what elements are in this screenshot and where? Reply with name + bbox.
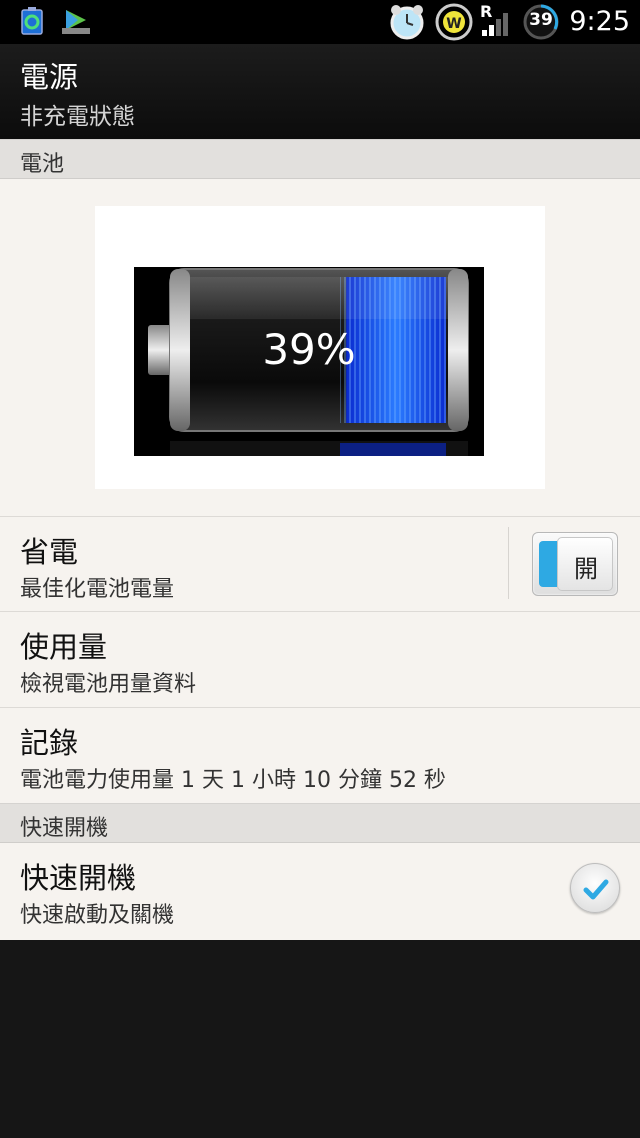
- wifi-w-icon: W: [434, 3, 474, 45]
- fast-boot-title: 快速開機: [20, 861, 137, 895]
- page-subtitle: 非充電狀態: [20, 104, 135, 130]
- history-title: 記錄: [20, 726, 79, 760]
- section-header-fast-boot: 快速開機: [0, 803, 640, 843]
- status-bar: W R 39 9:25: [0, 0, 640, 44]
- title-bar: 電源 非充電狀態: [0, 44, 640, 139]
- status-time: 9:25: [569, 6, 630, 37]
- app-recycle-icon: [18, 6, 46, 40]
- svg-text:W: W: [446, 16, 461, 32]
- signal-icon: [480, 10, 512, 42]
- settings-content[interactable]: 電池 39% 省電 最佳化電池電量 開 使用量 檢視電池用量資料 記錄 電池電力…: [0, 139, 640, 940]
- setting-row-power-saving[interactable]: 省電 最佳化電池電量 開: [0, 516, 640, 611]
- page-title: 電源: [20, 60, 79, 94]
- battery-card: 39%: [95, 206, 545, 489]
- battery-graphic: 39%: [134, 267, 484, 456]
- play-store-icon: [60, 6, 92, 40]
- power-saving-subtitle: 最佳化電池電量: [20, 577, 175, 602]
- checkmark-icon: [583, 879, 609, 900]
- section-header-label: 電池: [20, 152, 65, 177]
- power-saving-toggle[interactable]: 開: [532, 532, 618, 596]
- section-header-label: 快速開機: [20, 816, 109, 841]
- usage-title: 使用量: [20, 630, 108, 664]
- setting-row-history[interactable]: 記錄 電池電力使用量 1 天 1 小時 10 分鐘 52 秒: [0, 707, 640, 803]
- toggle-on-indicator: [539, 541, 557, 587]
- section-header-battery: 電池: [0, 139, 640, 179]
- power-saving-title: 省電: [20, 535, 79, 569]
- toggle-knob: 開: [557, 537, 613, 591]
- fast-boot-subtitle: 快速啟動及關機: [20, 903, 175, 928]
- alarm-clock-icon: [388, 3, 426, 45]
- history-subtitle: 電池電力使用量 1 天 1 小時 10 分鐘 52 秒: [20, 768, 446, 793]
- battery-level-label: 39: [529, 10, 553, 30]
- divider: [508, 527, 509, 599]
- setting-row-fast-boot[interactable]: 快速開機 快速啟動及關機: [0, 843, 640, 940]
- toggle-label: 開: [574, 555, 598, 583]
- battery-percent-label: 39%: [262, 325, 356, 374]
- fast-boot-checkbox[interactable]: [570, 863, 620, 913]
- setting-row-usage[interactable]: 使用量 檢視電池用量資料: [0, 611, 640, 707]
- usage-subtitle: 檢視電池用量資料: [20, 672, 197, 697]
